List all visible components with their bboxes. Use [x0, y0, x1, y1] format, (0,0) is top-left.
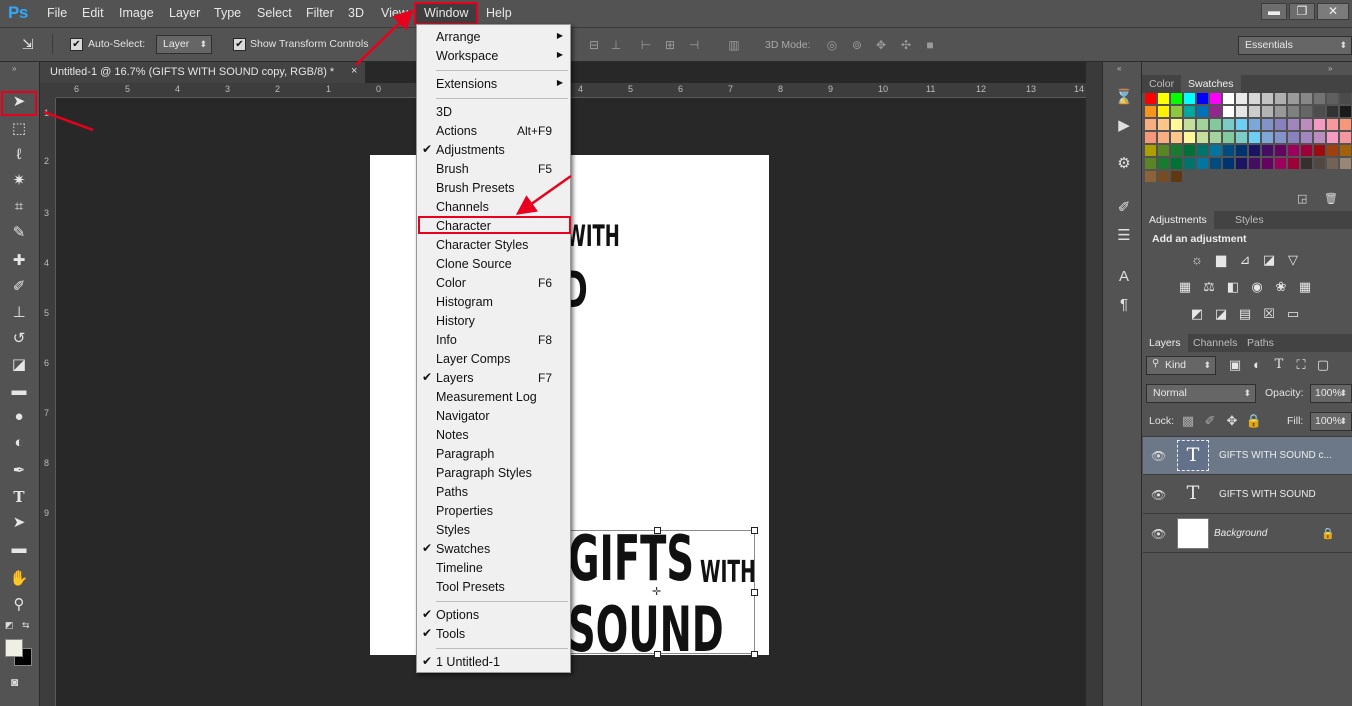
annotation-overlay — [43, 9, 572, 215]
annotation-arrow-character — [515, 174, 572, 215]
annotation-arrow-window — [355, 9, 414, 66]
annotation-arrow-move-tool — [43, 110, 94, 132]
